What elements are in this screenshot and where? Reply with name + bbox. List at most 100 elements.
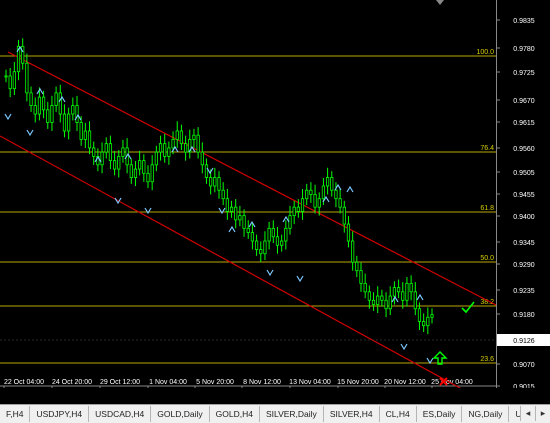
candle-body <box>138 160 142 170</box>
fib-level-label: 61.8 <box>480 205 494 212</box>
candle-body <box>263 240 267 255</box>
candle-body <box>363 282 367 293</box>
tab-usdcad-h4[interactable]: USDCAD,H4 <box>89 406 152 422</box>
tab-silver-h4[interactable]: SILVER,H4 <box>324 406 380 422</box>
candle-body <box>92 147 96 157</box>
chart-window: 0.9835 0.9780 0.9725 0.9670 0.9615 0.9560 0.95… <box>0 0 550 423</box>
fractal-down-icon <box>426 357 434 365</box>
candle-body <box>67 113 71 132</box>
time-axis-label: 22 Oct 04:00 <box>4 379 44 386</box>
tab-ng-daily[interactable]: NG,Daily <box>462 406 510 422</box>
candle-body <box>305 189 309 200</box>
candle-body <box>317 198 321 208</box>
candle-body <box>175 130 179 140</box>
price-axis-label: 0.9725 <box>513 70 535 77</box>
candle-body <box>158 143 163 153</box>
candle-body <box>154 151 158 166</box>
candle-body <box>426 316 430 327</box>
fib-level-label: 100.0 <box>476 49 494 56</box>
tab-gold-daily[interactable]: GOLD,Daily <box>151 406 210 422</box>
candle-body <box>121 147 125 157</box>
candle-body <box>275 236 280 246</box>
candle-body <box>167 147 171 157</box>
candle-body <box>209 177 213 187</box>
current-price-label: 0.9126 <box>513 338 535 345</box>
candle-body <box>321 185 326 200</box>
price-axis-label: 0.9505 <box>513 170 535 177</box>
candle-body <box>8 75 12 90</box>
check-icon <box>461 301 475 314</box>
candle-body <box>334 189 338 200</box>
candle-body <box>179 130 184 145</box>
candle-body <box>112 160 117 170</box>
candle-body <box>229 206 234 212</box>
candle-body <box>300 198 305 212</box>
candle-body <box>330 177 334 191</box>
candle-body <box>58 92 62 115</box>
time-axis-label: 8 Nov 12:00 <box>243 379 281 386</box>
price-axis-label: 0.9670 <box>513 98 535 105</box>
price-axis-label: 0.9070 <box>513 362 535 369</box>
candle-body <box>46 109 50 123</box>
candle-body <box>259 249 263 255</box>
fractal-up-icon <box>36 87 44 95</box>
candle-body <box>12 71 16 90</box>
candle-body <box>396 287 401 293</box>
price-axis-label: 0.9180 <box>513 312 535 319</box>
candle-body <box>37 96 42 115</box>
time-axis-label: 25 Nov 04:00 <box>431 379 473 386</box>
candle-body <box>384 299 388 310</box>
fractal-up-icon <box>391 295 399 303</box>
tab-usdjpy-h4[interactable]: USDJPY,H4 <box>30 406 90 422</box>
price-chart[interactable]: 0.9835 0.9780 0.9725 0.9670 0.9615 0.9560 0.95… <box>0 0 550 388</box>
candle-body <box>129 164 133 178</box>
candle-body <box>325 177 330 187</box>
time-axis-label: 24 Oct 20:00 <box>52 379 92 386</box>
price-axis-label: 0.9455 <box>513 192 535 199</box>
candle-body <box>213 177 217 187</box>
tab-gold-h4[interactable]: GOLD,H4 <box>210 406 260 422</box>
candle-body <box>288 215 292 229</box>
candle-body <box>142 160 146 174</box>
candle-body <box>313 194 317 208</box>
candle-body <box>376 295 380 305</box>
fractal-up-icon <box>416 293 424 301</box>
time-axis-label: 13 Nov 04:00 <box>289 379 331 386</box>
candle-body <box>246 227 250 233</box>
tab-silver-daily[interactable]: SILVER,Daily <box>260 406 324 422</box>
candle-body <box>50 105 54 123</box>
candle-body <box>367 291 371 301</box>
candle-body <box>108 143 113 162</box>
channel-upper-line <box>7 51 497 306</box>
candle-body <box>83 130 87 140</box>
candle-body <box>79 122 83 140</box>
candle-body <box>117 155 121 170</box>
candle-body <box>100 151 104 166</box>
tabs-scroll-left-icon[interactable]: ◂ <box>520 406 535 421</box>
candle-body <box>242 215 246 229</box>
tab-cl-h4[interactable]: CL,H4 <box>380 406 417 422</box>
time-axis-label: 5 Nov 20:00 <box>196 379 234 386</box>
candle-body <box>146 172 150 183</box>
fib-level-label: 76.4 <box>480 145 494 152</box>
chart-canvas[interactable]: 0.9835 0.9780 0.9725 0.9670 0.9615 0.9560 0.95… <box>0 0 550 388</box>
tab-f-h4[interactable]: F,H4 <box>0 406 31 422</box>
tabs-scroll-right-icon[interactable]: ▸ <box>535 406 550 421</box>
time-axis-label: 15 Nov 20:00 <box>337 379 379 386</box>
candle-body <box>21 45 25 64</box>
time-axis-label: 29 Oct 12:00 <box>100 379 140 386</box>
candle-body <box>25 62 29 94</box>
fractal-down-icon <box>296 275 304 283</box>
fractal-down-icon <box>4 113 12 121</box>
fractal-down-icon <box>26 129 34 137</box>
candle-body <box>29 92 33 106</box>
candle-body <box>296 206 300 212</box>
candle-body <box>417 308 422 322</box>
candle-body <box>150 164 154 183</box>
fractal-up-icon <box>346 185 354 193</box>
candle-body <box>401 291 405 301</box>
chart-tabs-bar: F,H4 USDJPY,H4 USDCAD,H4 GOLD,Daily GOLD,H4 S… <box>0 404 550 423</box>
candle-body <box>183 143 188 153</box>
tab-es-daily[interactable]: ES,Daily <box>417 406 463 422</box>
candle-body <box>405 282 409 301</box>
